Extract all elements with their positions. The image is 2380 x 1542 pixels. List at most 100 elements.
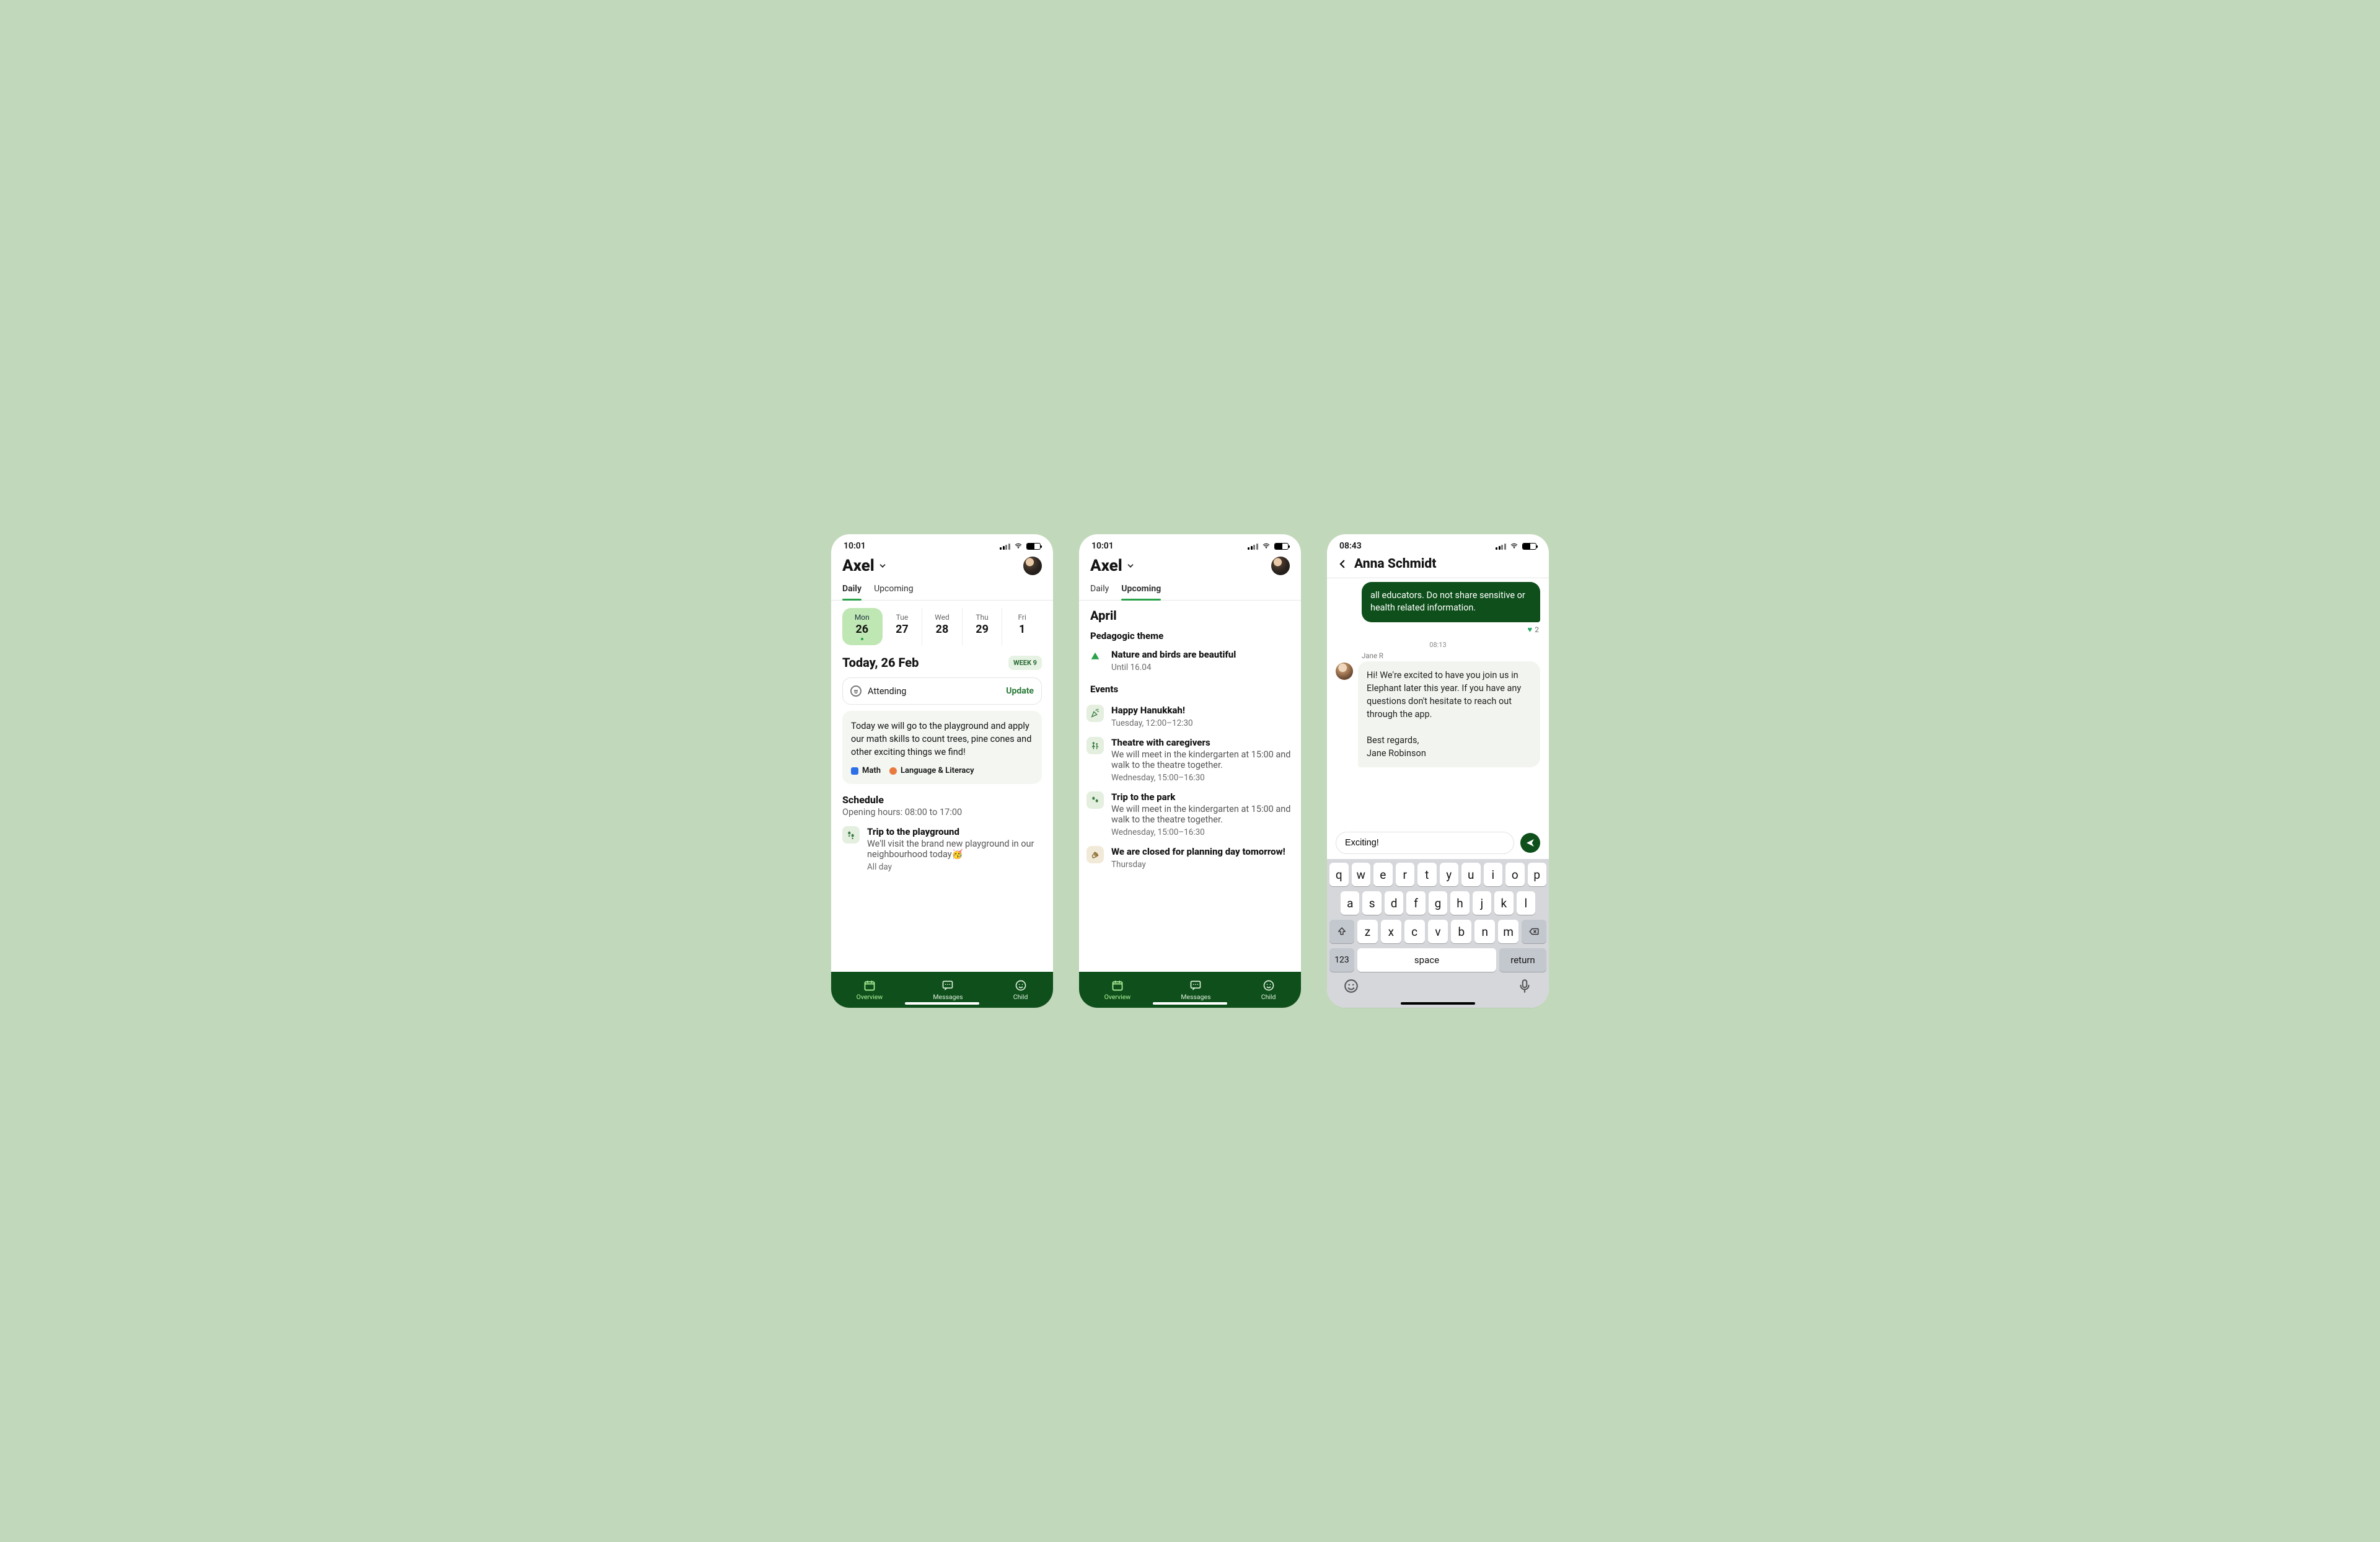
- tag-language: Language & Literacy: [889, 766, 974, 775]
- message-signoff: Best regards,: [1367, 735, 1419, 746]
- day-cell[interactable]: Wed 28: [922, 608, 963, 645]
- day-number: 27: [883, 623, 922, 636]
- opening-hours: Opening hours: 08:00 to 17:00: [842, 807, 1042, 817]
- sender-avatar[interactable]: [1336, 663, 1353, 680]
- day-number: 26: [842, 623, 882, 636]
- today-heading: Today, 26 Feb: [842, 655, 919, 670]
- space-key[interactable]: space: [1357, 948, 1496, 972]
- event-item[interactable]: We are closed for planning day tomorrow!…: [1086, 837, 1294, 870]
- day-cell[interactable]: Thu 29: [963, 608, 1003, 645]
- status-time: 10:01: [1091, 541, 1114, 551]
- status-bar: 10:01: [1079, 534, 1301, 553]
- key-l[interactable]: l: [1517, 891, 1535, 915]
- key-o[interactable]: o: [1505, 863, 1525, 886]
- key-r[interactable]: r: [1396, 863, 1415, 886]
- key-t[interactable]: t: [1417, 863, 1437, 886]
- profile-avatar[interactable]: [1023, 557, 1042, 575]
- nav-messages[interactable]: Messages: [1181, 979, 1210, 1001]
- key-c[interactable]: c: [1404, 920, 1425, 943]
- people-icon: [1086, 737, 1104, 754]
- tree-icon: [1086, 649, 1104, 666]
- tab-daily[interactable]: Daily: [842, 580, 862, 600]
- heart-icon: ♥: [1528, 625, 1533, 635]
- nav-overview[interactable]: Overview: [857, 979, 883, 1001]
- emoji-key[interactable]: [1343, 978, 1359, 994]
- key-j[interactable]: j: [1473, 891, 1491, 915]
- wifi-icon: [1261, 542, 1271, 550]
- key-p[interactable]: p: [1528, 863, 1547, 886]
- mic-key[interactable]: [1517, 978, 1533, 994]
- send-button[interactable]: [1520, 833, 1540, 853]
- event-item[interactable]: Theatre with caregivers We will meet in …: [1086, 728, 1294, 783]
- child-name: Axel: [1090, 557, 1122, 575]
- day-number: 28: [922, 623, 962, 636]
- battery-icon: [1522, 543, 1536, 550]
- event-item[interactable]: Happy Hanukkah! Tuesday, 12:00–12:30: [1086, 696, 1294, 728]
- child-selector[interactable]: Axel: [842, 557, 887, 575]
- message-reaction: ♥ 2: [1336, 625, 1539, 635]
- status-bar: 10:01: [831, 534, 1053, 553]
- event-title: We are closed for planning day tomorrow!: [1111, 846, 1285, 857]
- key-y[interactable]: y: [1440, 863, 1459, 886]
- footsteps-icon: [842, 826, 860, 844]
- key-u[interactable]: u: [1461, 863, 1481, 886]
- day-weekday: Thu: [963, 613, 1002, 622]
- theme-item[interactable]: Nature and birds are beautiful Until 16.…: [1086, 643, 1294, 672]
- backspace-key[interactable]: [1522, 920, 1546, 943]
- theme-heading: Pedagogic theme: [1086, 628, 1294, 643]
- tab-upcoming[interactable]: Upcoming: [1121, 580, 1161, 600]
- day-cell[interactable]: Fri 1: [1002, 608, 1042, 645]
- message-signature: Jane Robinson: [1367, 748, 1426, 759]
- key-q[interactable]: q: [1329, 863, 1349, 886]
- schedule-item[interactable]: Trip to the playground We'll visit the b…: [842, 817, 1042, 872]
- nav-messages[interactable]: Messages: [933, 979, 963, 1001]
- back-button[interactable]: [1336, 557, 1349, 571]
- event-title: Theatre with caregivers: [1111, 737, 1294, 748]
- key-f[interactable]: f: [1406, 891, 1425, 915]
- update-button[interactable]: Update: [1006, 686, 1034, 696]
- nav-child[interactable]: Child: [1013, 979, 1028, 1001]
- key-h[interactable]: h: [1450, 891, 1469, 915]
- shift-key[interactable]: [1329, 920, 1354, 943]
- profile-avatar[interactable]: [1271, 557, 1290, 575]
- tag-math: Math: [851, 766, 881, 775]
- message-input[interactable]: [1336, 832, 1514, 854]
- week-badge: WEEK 9: [1008, 656, 1042, 670]
- key-k[interactable]: k: [1494, 891, 1513, 915]
- child-selector[interactable]: Axel: [1090, 557, 1135, 575]
- key-m[interactable]: m: [1498, 920, 1518, 943]
- key-b[interactable]: b: [1451, 920, 1471, 943]
- key-g[interactable]: g: [1429, 891, 1447, 915]
- return-key[interactable]: return: [1499, 948, 1546, 972]
- chat-recipient-name: Anna Schmidt: [1354, 557, 1436, 571]
- key-e[interactable]: e: [1373, 863, 1393, 886]
- status-time: 10:01: [844, 541, 866, 551]
- key-z[interactable]: z: [1357, 920, 1378, 943]
- day-cell[interactable]: Tue 27: [883, 608, 923, 645]
- key-s[interactable]: s: [1362, 891, 1381, 915]
- key-i[interactable]: i: [1484, 863, 1503, 886]
- key-a[interactable]: a: [1341, 891, 1359, 915]
- wifi-icon: [1013, 542, 1023, 550]
- day-cell[interactable]: Mon 26: [842, 608, 883, 645]
- key-n[interactable]: n: [1474, 920, 1495, 943]
- key-v[interactable]: v: [1428, 920, 1448, 943]
- view-tabs: Daily Upcoming: [1079, 576, 1301, 601]
- key-w[interactable]: w: [1352, 863, 1371, 886]
- message-incoming[interactable]: Hi! We're excited to have you join us in…: [1358, 661, 1540, 767]
- signal-icon: [1000, 543, 1010, 550]
- tab-upcoming[interactable]: Upcoming: [874, 580, 914, 600]
- numeric-key[interactable]: 123: [1329, 948, 1354, 972]
- message-outgoing[interactable]: all educators. Do not share sensitive or…: [1362, 582, 1540, 622]
- chevron-down-icon: [1126, 562, 1135, 570]
- event-item[interactable]: Trip to the park We will meet in the kin…: [1086, 783, 1294, 837]
- nav-overview[interactable]: Overview: [1104, 979, 1131, 1001]
- key-x[interactable]: x: [1381, 920, 1401, 943]
- events-heading: Events: [1086, 681, 1294, 696]
- key-d[interactable]: d: [1385, 891, 1403, 915]
- tab-daily[interactable]: Daily: [1090, 580, 1109, 600]
- nav-child[interactable]: Child: [1261, 979, 1276, 1001]
- day-weekday: Tue: [883, 613, 922, 622]
- smile-icon: [850, 685, 862, 697]
- phone-chat: 08:43 Anna Schmidt all educators. Do not…: [1327, 534, 1549, 1008]
